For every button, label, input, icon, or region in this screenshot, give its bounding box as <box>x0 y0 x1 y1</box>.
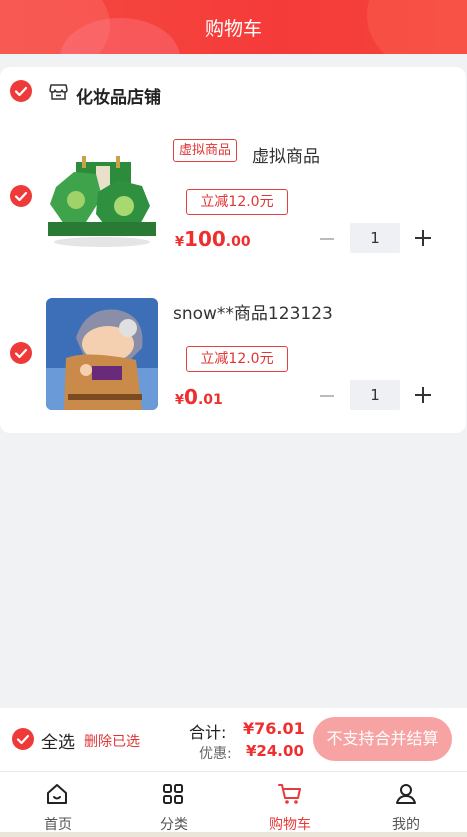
checkout-bar: 全选 删除已选 合计: ¥76.01 优惠: ¥24.00 不支持合并结算 <box>0 708 467 772</box>
store-icon <box>49 84 68 100</box>
tab-profile[interactable]: 我的 <box>348 772 464 833</box>
price-decimal: .01 <box>197 392 223 408</box>
bottom-edge <box>0 832 467 837</box>
quantity-input[interactable]: 1 <box>350 380 400 410</box>
delete-selected-button[interactable]: 删除已选 <box>84 731 140 751</box>
tab-label: 购物车 <box>269 817 311 833</box>
tab-label: 首页 <box>44 817 72 833</box>
product-price: ¥100.00 <box>175 227 251 251</box>
user-icon <box>396 784 416 804</box>
cartoon-character-image <box>46 298 158 410</box>
tab-home[interactable]: 首页 <box>0 772 116 833</box>
virtual-product-tag: 虚拟商品 <box>173 139 238 162</box>
gift-box-image <box>46 142 158 254</box>
increase-quantity-button[interactable] <box>415 387 431 403</box>
cart-icon <box>278 784 301 804</box>
page-title: 购物车 <box>204 18 262 40</box>
product-name[interactable]: 虚拟商品 <box>252 142 320 167</box>
tab-label: 我的 <box>392 817 420 833</box>
decrease-quantity-button[interactable] <box>320 238 334 240</box>
discount-value: ¥24.00 <box>246 742 304 760</box>
check-icon <box>14 191 28 202</box>
tab-label: 分类 <box>160 817 188 833</box>
price-integer: 0 <box>184 385 198 409</box>
shop-card: 化妆品店铺 虚拟商品 虚拟商品 立减12.0元 ¥100.00 1 snow**… <box>0 67 466 433</box>
home-icon <box>47 784 67 804</box>
checkout-button[interactable]: 不支持合并结算 <box>313 717 452 761</box>
tab-cart[interactable]: 购物车 <box>232 772 348 833</box>
discount-label: 优惠: <box>199 746 232 762</box>
currency-symbol: ¥ <box>175 235 185 250</box>
quantity-input[interactable]: 1 <box>350 223 400 253</box>
select-all-checkbox[interactable] <box>12 728 34 750</box>
coupon-badge: 立减12.0元 <box>186 346 288 372</box>
bottom-tab-bar: 首页 分类 购物车 我的 <box>0 772 467 833</box>
total-value: ¥76.01 <box>243 719 305 738</box>
currency-symbol: ¥ <box>175 393 185 408</box>
product-image[interactable] <box>46 142 158 254</box>
price-decimal: .00 <box>225 234 251 250</box>
check-icon <box>14 348 28 359</box>
item-checkbox[interactable] <box>10 185 32 207</box>
price-integer: 100 <box>184 227 226 251</box>
decrease-quantity-button[interactable] <box>320 395 334 397</box>
shop-name[interactable]: 化妆品店铺 <box>76 83 161 108</box>
product-name[interactable]: snow**商品123123 <box>173 299 333 324</box>
item-checkbox[interactable] <box>10 342 32 364</box>
total-label: 合计: <box>189 723 227 742</box>
top-bar: 购物车 <box>0 0 467 54</box>
product-price: ¥0.01 <box>175 385 223 409</box>
coupon-badge: 立减12.0元 <box>186 189 288 215</box>
check-icon <box>16 734 30 745</box>
check-icon <box>14 86 28 97</box>
select-all-label[interactable]: 全选 <box>41 728 75 753</box>
grid-icon <box>163 784 183 804</box>
product-image[interactable] <box>46 298 158 410</box>
tab-category[interactable]: 分类 <box>116 772 232 833</box>
shop-checkbox[interactable] <box>10 80 32 102</box>
increase-quantity-button[interactable] <box>415 230 431 246</box>
